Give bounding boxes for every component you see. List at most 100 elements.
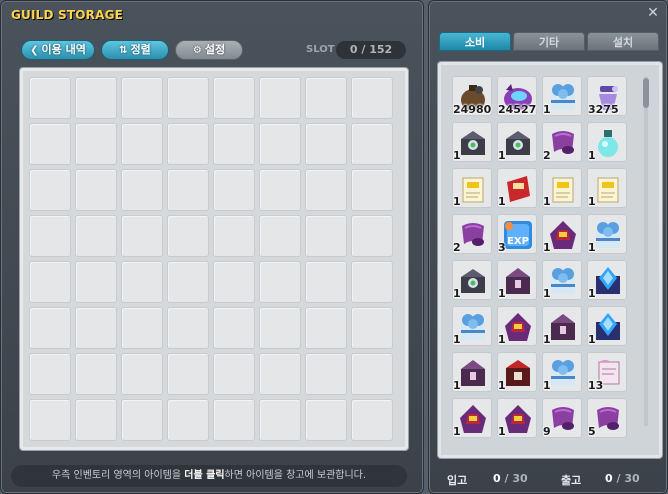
storage-slot[interactable] <box>305 261 347 303</box>
tab-etc[interactable]: 기타 <box>513 32 585 51</box>
storage-slot[interactable] <box>167 307 209 349</box>
storage-slot[interactable] <box>75 77 117 119</box>
inventory-slot[interactable]: 1 <box>587 168 627 208</box>
storage-slot[interactable] <box>29 307 71 349</box>
storage-slot[interactable] <box>29 169 71 211</box>
inventory-slot[interactable]: 1 <box>452 260 492 300</box>
storage-slot[interactable] <box>121 307 163 349</box>
storage-slot[interactable] <box>121 261 163 303</box>
storage-slot[interactable] <box>167 123 209 165</box>
storage-slot[interactable] <box>259 215 301 257</box>
storage-slot[interactable] <box>305 307 347 349</box>
inventory-slot[interactable]: 1 <box>587 122 627 162</box>
storage-slot[interactable] <box>351 307 393 349</box>
storage-slot[interactable] <box>305 169 347 211</box>
storage-slot[interactable] <box>29 261 71 303</box>
storage-slot[interactable] <box>213 215 255 257</box>
tab-consume[interactable]: 소비 <box>439 32 511 51</box>
inventory-slot[interactable]: 1 <box>587 306 627 346</box>
storage-slot[interactable] <box>167 169 209 211</box>
inventory-slot[interactable]: 1 <box>497 352 537 392</box>
storage-slot[interactable] <box>305 399 347 441</box>
storage-slot[interactable] <box>167 261 209 303</box>
inventory-slot[interactable]: 13 <box>587 352 627 392</box>
storage-slot[interactable] <box>259 261 301 303</box>
inventory-slot[interactable]: 1 <box>587 260 627 300</box>
storage-slot[interactable] <box>259 353 301 395</box>
storage-slot[interactable] <box>75 123 117 165</box>
storage-slot[interactable] <box>75 169 117 211</box>
inventory-slot[interactable]: 9 <box>542 398 582 438</box>
inventory-slot[interactable]: 3275 <box>587 76 627 116</box>
storage-slot[interactable] <box>305 215 347 257</box>
inventory-scroll-track[interactable] <box>644 76 648 426</box>
inventory-slot[interactable]: 1 <box>452 122 492 162</box>
storage-slot[interactable] <box>121 123 163 165</box>
inventory-slot[interactable]: 1 <box>542 76 582 116</box>
inventory-slot[interactable]: 1 <box>542 214 582 254</box>
storage-slot[interactable] <box>121 399 163 441</box>
inventory-slot[interactable]: 1 <box>497 122 537 162</box>
storage-slot[interactable] <box>167 215 209 257</box>
storage-slot[interactable] <box>351 399 393 441</box>
inventory-slot[interactable]: 1 <box>542 306 582 346</box>
storage-slot[interactable] <box>351 215 393 257</box>
inventory-slot[interactable]: 1 <box>497 168 537 208</box>
inventory-scroll-thumb[interactable] <box>643 78 649 108</box>
inventory-slot[interactable]: 5 <box>587 398 627 438</box>
storage-slot[interactable] <box>29 215 71 257</box>
storage-slot[interactable] <box>121 77 163 119</box>
usage-history-button[interactable]: ❮ 이용 내역 <box>21 40 95 60</box>
inventory-slot[interactable]: 1 <box>452 168 492 208</box>
inventory-slot[interactable]: 1 <box>452 352 492 392</box>
inventory-slot[interactable]: 2 <box>542 122 582 162</box>
inventory-slot[interactable]: 2 <box>452 214 492 254</box>
storage-slot[interactable] <box>351 77 393 119</box>
tab-setup[interactable]: 설치 <box>587 32 659 51</box>
inventory-slot[interactable]: 1 <box>497 260 537 300</box>
storage-slot[interactable] <box>305 353 347 395</box>
inventory-slot[interactable]: 1 <box>542 168 582 208</box>
sort-button[interactable]: ⇅ 정렬 <box>101 40 169 60</box>
inventory-slot[interactable]: 24980 <box>452 76 492 116</box>
storage-slot[interactable] <box>121 353 163 395</box>
inventory-slot[interactable]: 1 <box>542 260 582 300</box>
storage-slot[interactable] <box>213 353 255 395</box>
storage-slot[interactable] <box>213 261 255 303</box>
inventory-slot[interactable]: 1 <box>452 398 492 438</box>
storage-slot[interactable] <box>305 123 347 165</box>
inventory-slot[interactable]: 24527 <box>497 76 537 116</box>
inventory-slot[interactable]: 1 <box>452 306 492 346</box>
storage-slot[interactable] <box>213 307 255 349</box>
storage-slot[interactable] <box>351 261 393 303</box>
inventory-slot[interactable]: 1 <box>497 306 537 346</box>
storage-slot[interactable] <box>213 399 255 441</box>
storage-slot[interactable] <box>213 123 255 165</box>
storage-slot[interactable] <box>167 399 209 441</box>
storage-slot[interactable] <box>29 399 71 441</box>
close-icon[interactable]: ✕ <box>645 5 661 21</box>
storage-slot[interactable] <box>167 353 209 395</box>
storage-slot[interactable] <box>121 169 163 211</box>
storage-slot[interactable] <box>213 169 255 211</box>
storage-slot[interactable] <box>259 123 301 165</box>
storage-slot[interactable] <box>351 123 393 165</box>
storage-slot[interactable] <box>121 215 163 257</box>
storage-slot[interactable] <box>351 353 393 395</box>
storage-slot[interactable] <box>213 77 255 119</box>
inventory-slot[interactable]: 1 <box>497 398 537 438</box>
storage-slot[interactable] <box>29 353 71 395</box>
storage-slot[interactable] <box>259 77 301 119</box>
inventory-slot[interactable]: 1 <box>587 214 627 254</box>
storage-slot[interactable] <box>351 169 393 211</box>
storage-slot[interactable] <box>259 307 301 349</box>
storage-slot[interactable] <box>29 77 71 119</box>
settings-button[interactable]: ⚙ 설정 <box>175 40 243 60</box>
storage-slot[interactable] <box>305 77 347 119</box>
storage-slot[interactable] <box>259 169 301 211</box>
storage-slot[interactable] <box>29 123 71 165</box>
storage-slot[interactable] <box>167 77 209 119</box>
inventory-slot[interactable]: EXP 3 <box>497 214 537 254</box>
storage-slot[interactable] <box>75 261 117 303</box>
storage-slot[interactable] <box>75 399 117 441</box>
